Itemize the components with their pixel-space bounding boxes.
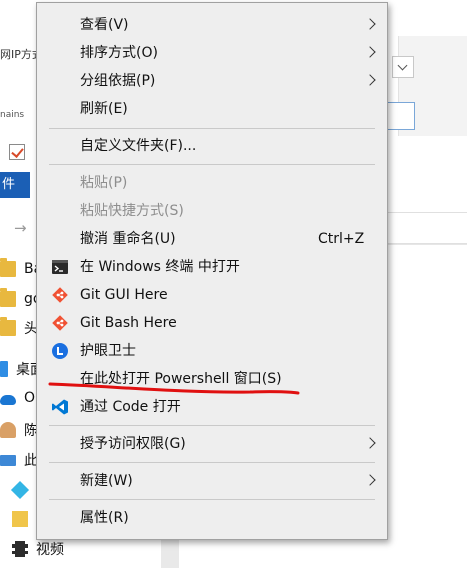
folder-icon: [0, 258, 16, 277]
file-tab[interactable]: 件: [0, 172, 30, 198]
menu-item-give-access[interactable]: 授予访问权限(G): [37, 430, 387, 458]
menu-item-label: 刷新(E): [80, 101, 128, 117]
menu-item-label: 通过 Code 打开: [80, 399, 181, 415]
menu-item-customize-folder[interactable]: 自定义文件夹(F)...: [37, 132, 387, 160]
nav-item-videos[interactable]: 视频: [12, 538, 64, 560]
menu-item-paste: 粘贴(P): [37, 169, 387, 197]
domains-label: nains: [0, 110, 25, 120]
menu-item-refresh[interactable]: 刷新(E): [37, 95, 387, 123]
menu-item-label: Git Bash Here: [80, 315, 177, 331]
menu-separator: [49, 425, 375, 426]
this-pc-icon: [0, 454, 16, 466]
chevron-down-icon: [397, 60, 408, 71]
menu-item-label: 新建(W): [80, 473, 133, 489]
nav-item-onedrive[interactable]: O: [0, 387, 35, 409]
forward-arrow-icon[interactable]: →: [14, 219, 27, 237]
nav-item-this-pc[interactable]: 此: [0, 449, 38, 471]
menu-item-label: 分组依据(P): [80, 73, 156, 89]
checklist-icon[interactable]: [9, 144, 25, 160]
nav-item-3d-objects[interactable]: [10, 479, 36, 501]
onedrive-cloud-icon: [0, 395, 16, 405]
chevron-right-icon: [364, 18, 376, 30]
menu-item-label: 查看(V): [80, 17, 129, 33]
menu-item-label: 粘贴(P): [80, 175, 128, 191]
chevron-right-icon: [364, 474, 376, 486]
menu-separator: [49, 128, 375, 129]
nav-item-folder[interactable]: [12, 508, 36, 530]
terminal-icon: [52, 260, 68, 274]
video-icon: [12, 541, 28, 557]
menu-item-label: 排序方式(O): [80, 45, 158, 61]
address-bar[interactable]: [388, 212, 467, 244]
nav-item-label: 视频: [36, 542, 64, 558]
folder-icon: [0, 288, 16, 307]
menu-item-label: 授予访问权限(G): [80, 436, 186, 452]
menu-separator: [49, 499, 375, 500]
menu-item-open-in-terminal[interactable]: 在 Windows 终端 中打开: [37, 253, 387, 281]
git-icon: [52, 315, 68, 331]
menu-item-label: 属性(R): [80, 510, 129, 526]
menu-item-label: 在 Windows 终端 中打开: [80, 259, 240, 275]
3d-objects-icon: [10, 480, 30, 500]
context-menu: 查看(V) 排序方式(O) 分组依据(P) 刷新(E) 自定义文件夹(F)...…: [36, 2, 388, 540]
chevron-right-icon: [364, 74, 376, 86]
vscode-icon: [52, 399, 68, 415]
folder-icon: [12, 511, 28, 527]
menu-item-view[interactable]: 查看(V): [37, 11, 387, 39]
menu-item-open-powershell[interactable]: 在此处打开 Powershell 窗口(S): [37, 365, 387, 393]
menu-item-git-gui[interactable]: Git GUI Here: [37, 281, 387, 309]
divider: [388, 244, 467, 245]
menu-item-paste-shortcut: 粘贴快捷方式(S): [37, 197, 387, 225]
menu-item-properties[interactable]: 属性(R): [37, 504, 387, 532]
background-dropdown[interactable]: [392, 56, 414, 78]
menu-item-eye-guard[interactable]: 护眼卫士: [37, 337, 387, 365]
menu-item-group-by[interactable]: 分组依据(P): [37, 67, 387, 95]
user-icon: [0, 422, 16, 438]
desktop-icon: [0, 361, 8, 377]
menu-item-label: 撤消 重命名(U): [80, 231, 176, 247]
menu-item-sort-by[interactable]: 排序方式(O): [37, 39, 387, 67]
folder-icon: [0, 317, 16, 336]
chevron-right-icon: [364, 46, 376, 58]
menu-item-label: 在此处打开 Powershell 窗口(S): [80, 371, 282, 387]
menu-item-git-bash[interactable]: Git Bash Here: [37, 309, 387, 337]
menu-item-label: 粘贴快捷方式(S): [80, 203, 184, 219]
nav-item-label: O: [24, 390, 36, 406]
eye-guard-icon: [52, 343, 68, 359]
menu-item-label: 护眼卫士: [80, 343, 136, 359]
nav-item-folder-tou[interactable]: 头: [0, 317, 38, 339]
menu-item-undo-rename[interactable]: 撤消 重命名(U) Ctrl+Z: [37, 225, 387, 253]
menu-item-label: 自定义文件夹(F)...: [80, 138, 197, 154]
menu-item-shortcut: Ctrl+Z: [318, 231, 365, 247]
git-icon: [52, 287, 68, 303]
chevron-right-icon: [364, 437, 376, 449]
menu-item-new[interactable]: 新建(W): [37, 467, 387, 495]
nav-item-user[interactable]: 陈: [0, 419, 38, 441]
menu-item-open-with-code[interactable]: 通过 Code 打开: [37, 393, 387, 421]
menu-separator: [49, 164, 375, 165]
menu-separator: [49, 462, 375, 463]
menu-item-label: Git GUI Here: [80, 287, 168, 303]
